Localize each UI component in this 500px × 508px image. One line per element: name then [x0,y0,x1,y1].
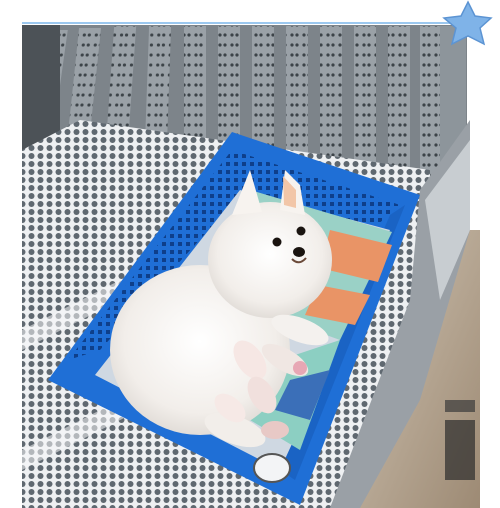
dog-eye-left [272,237,282,247]
frame-top-line [22,22,462,24]
photo-frame [0,0,500,508]
dog-eye-right [296,226,306,236]
dog-nose [293,247,305,257]
photo [22,25,480,508]
water-bowl [253,453,291,483]
